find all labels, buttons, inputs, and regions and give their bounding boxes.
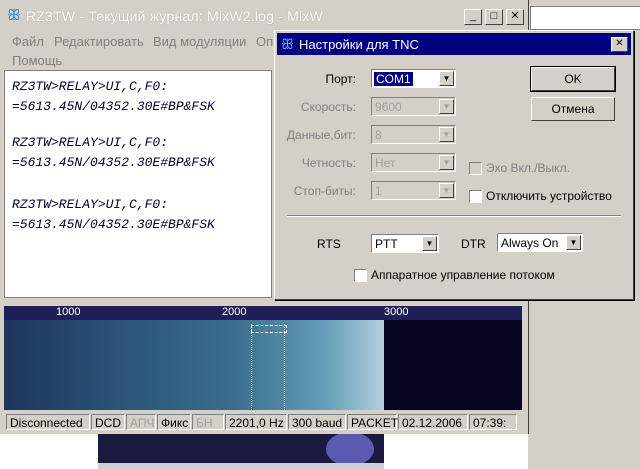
echo-checkbox[interactable] xyxy=(469,162,482,175)
log-text-area[interactable]: RZ3TW>RELAY>UI,C,F0: =5613.45N/04352.30E… xyxy=(4,70,272,298)
port-select[interactable]: COM1 ▼ xyxy=(371,69,456,88)
scale-label-3000: 3000 xyxy=(384,306,409,318)
dialog-close-button[interactable]: ✕ xyxy=(611,37,628,52)
butterfly-icon: ꕥ xyxy=(281,36,294,52)
status-date: 02.12.2006 xyxy=(398,414,468,430)
status-bar: Disconnected DCD АПЧ Фикс БН 2201,0 Hz 3… xyxy=(4,412,524,432)
data-bits-select[interactable]: 8 ▼ xyxy=(371,125,456,144)
speed-label: Скорость: xyxy=(300,100,356,114)
rts-select[interactable]: PTT ▼ xyxy=(371,234,439,253)
tnc-settings-dialog: ꕥ Настройки для TNC ✕ Порт: COM1 ▼ Скоро… xyxy=(274,30,634,300)
tuning-marker[interactable] xyxy=(251,325,287,333)
data-bits-label: Данные,бит: xyxy=(286,128,356,142)
waterfall-signal xyxy=(4,320,384,410)
background-strip xyxy=(98,463,384,469)
status-time: 07:39: xyxy=(469,414,517,430)
status-mode[interactable]: PACKET xyxy=(347,414,398,430)
port-label: Порт: xyxy=(325,72,356,86)
dtr-select[interactable]: Always On ▼ xyxy=(497,233,583,252)
menu-file[interactable]: Файл xyxy=(12,34,44,49)
log-line: RZ3TW>RELAY>UI,C,F0: xyxy=(12,135,169,150)
parity-label: Четность: xyxy=(301,156,356,170)
tuning-cursor-right[interactable] xyxy=(284,324,286,410)
speed-select[interactable]: 9600 ▼ xyxy=(371,97,456,116)
hw-flow-label: Аппаратное управление потоком xyxy=(371,268,555,282)
background-graphic xyxy=(326,432,374,466)
waterfall-display[interactable] xyxy=(4,320,522,410)
chevron-down-icon[interactable]: ▼ xyxy=(439,71,454,86)
disable-device-checkbox[interactable] xyxy=(469,190,482,203)
log-line: =5613.45N/04352.30E#BP&FSK xyxy=(12,217,215,232)
hw-flow-checkbox[interactable] xyxy=(354,269,367,282)
log-line: =5613.45N/04352.30E#BP&FSK xyxy=(12,99,215,114)
status-baud[interactable]: 300 baud xyxy=(288,414,346,430)
stop-bits-value: 1 xyxy=(375,184,382,198)
cancel-button[interactable]: Отмена xyxy=(531,97,615,121)
frequency-scale: 1000 2000 3000 xyxy=(4,306,522,320)
tuning-cursor-left[interactable] xyxy=(251,324,253,410)
status-connection: Disconnected xyxy=(6,414,90,430)
status-dcd[interactable]: DCD xyxy=(91,414,125,430)
echo-label: Эхо Вкл./Выкл. xyxy=(486,161,570,175)
menu-help[interactable]: Помощь xyxy=(12,53,62,68)
status-afc[interactable]: АПЧ xyxy=(126,414,156,430)
parity-value: Нет xyxy=(375,156,396,170)
port-value: COM1 xyxy=(374,72,413,86)
rts-label: RTS xyxy=(317,237,341,251)
ok-button[interactable]: OK xyxy=(530,66,616,92)
log-line: =5613.45N/04352.30E#BP&FSK xyxy=(12,155,215,170)
chevron-down-icon[interactable]: ▼ xyxy=(439,183,454,198)
scale-label-1000: 1000 xyxy=(56,306,81,318)
status-fix[interactable]: Фикс xyxy=(157,414,191,430)
rts-value: PTT xyxy=(375,237,398,251)
scale-label-2000: 2000 xyxy=(222,306,247,318)
menu-options[interactable]: Оп xyxy=(256,34,273,49)
menu-edit[interactable]: Редактировать xyxy=(54,34,144,49)
data-bits-value: 8 xyxy=(375,128,382,142)
background-window-titlebar xyxy=(530,6,640,30)
dtr-value: Always On xyxy=(501,236,559,250)
dialog-separator xyxy=(287,215,621,217)
dtr-label: DTR xyxy=(461,237,486,251)
log-line: RZ3TW>RELAY>UI,C,F0: xyxy=(12,197,169,212)
dialog-title: Настройки для TNC xyxy=(299,37,419,52)
butterfly-icon: ꕥ xyxy=(7,7,21,24)
minimize-button[interactable]: _ xyxy=(464,9,482,25)
parity-select[interactable]: Нет ▼ xyxy=(371,153,456,172)
menu-mode[interactable]: Вид модуляции xyxy=(153,34,246,49)
disable-device-label: Отключить устройство xyxy=(486,189,612,203)
chevron-down-icon[interactable]: ▼ xyxy=(422,236,437,251)
log-line: RZ3TW>RELAY>UI,C,F0: xyxy=(12,79,169,94)
speed-value: 9600 xyxy=(375,100,402,114)
background-window-bottom xyxy=(98,432,384,469)
chevron-down-icon[interactable]: ▼ xyxy=(439,127,454,142)
status-frequency: 2201,0 Hz xyxy=(225,414,287,430)
stop-bits-label: Стоп-биты: xyxy=(293,184,356,198)
main-titlebar[interactable]: ꕥ RZ3TW - Текущий журнал: MixW2.log - Mi… xyxy=(0,0,528,32)
close-button[interactable]: ✕ xyxy=(506,9,524,25)
waterfall-noise-floor xyxy=(384,320,522,410)
stop-bits-select[interactable]: 1 ▼ xyxy=(371,181,456,200)
chevron-down-icon[interactable]: ▼ xyxy=(439,155,454,170)
main-title: RZ3TW - Текущий журнал: MixW2.log - MixW xyxy=(26,8,323,24)
chevron-down-icon[interactable]: ▼ xyxy=(439,99,454,114)
maximize-button[interactable]: □ xyxy=(485,9,503,25)
chevron-down-icon[interactable]: ▼ xyxy=(566,235,581,250)
dialog-titlebar[interactable]: ꕥ Настройки для TNC ✕ xyxy=(277,33,631,55)
status-bn[interactable]: БН xyxy=(192,414,224,430)
